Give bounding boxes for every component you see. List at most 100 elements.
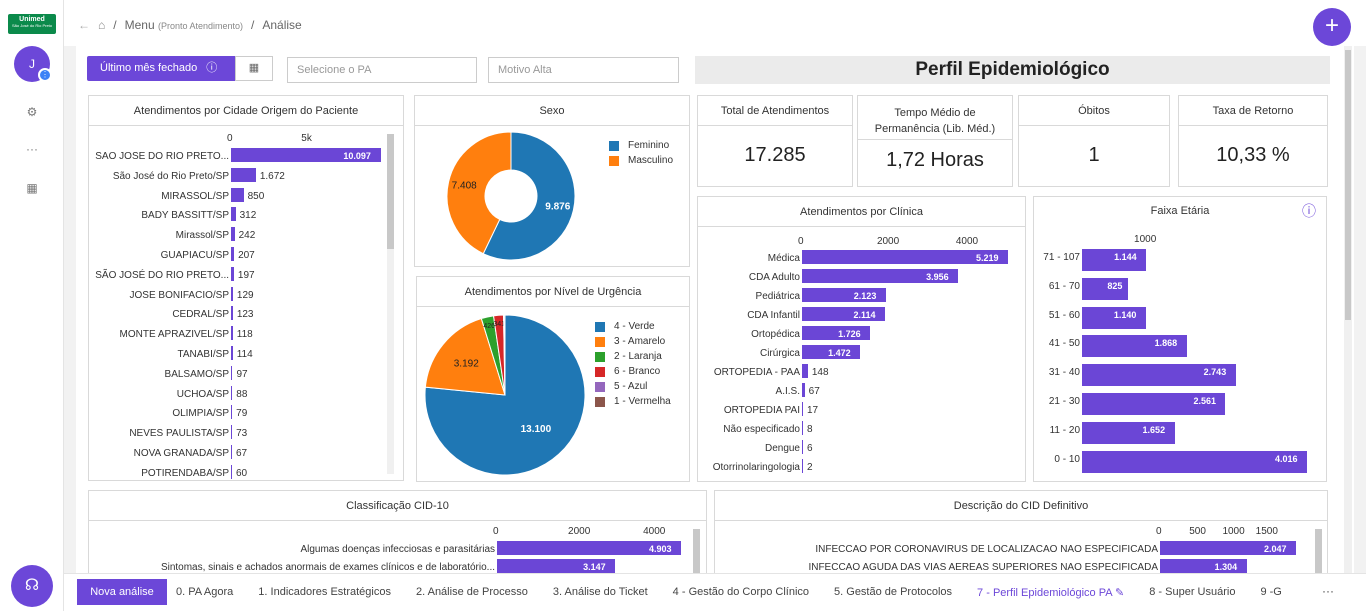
top-bar: ← ⌂ / Menu (Pronto Atendimento) / Anális… bbox=[64, 0, 1366, 46]
more-tabs-icon[interactable]: ··· bbox=[1322, 584, 1334, 598]
bar[interactable] bbox=[231, 207, 236, 222]
bar[interactable] bbox=[231, 425, 233, 440]
sheet-tab[interactable]: 1. Indicadores Estratégicos bbox=[258, 586, 391, 599]
scroll-thumb[interactable] bbox=[693, 529, 700, 573]
bar-value-label: 118 bbox=[236, 329, 253, 341]
bar-value-label: 1.672 bbox=[259, 170, 285, 182]
info-icon[interactable]: ⓘ bbox=[1302, 197, 1316, 225]
bar-value-label: 1.144 bbox=[1114, 252, 1137, 262]
card-clinica: Atendimentos por Clínica 0 2000 4000 Médica… bbox=[697, 196, 1026, 482]
card-title-text: Faixa Etária bbox=[1150, 205, 1210, 217]
new-analysis-button[interactable]: Nova análise bbox=[77, 579, 167, 605]
legend-item[interactable]: 4 - Verde bbox=[595, 319, 671, 334]
breadcrumb-separator: / bbox=[113, 18, 117, 32]
bar-category-label: CDA Infantil bbox=[747, 310, 800, 321]
sheet-tab[interactable]: 7 - Perfil Epidemiológico PA ✎ bbox=[977, 586, 1124, 599]
bar[interactable] bbox=[231, 346, 233, 360]
unimed-logo[interactable]: Unimed São José do Rio Preto bbox=[8, 14, 56, 34]
scroll-thumb[interactable] bbox=[387, 134, 394, 249]
scrollbar[interactable] bbox=[387, 134, 394, 474]
add-button[interactable]: + bbox=[1313, 8, 1351, 46]
legend-item[interactable]: 3 - Amarelo bbox=[595, 334, 671, 349]
legend-item[interactable]: 1 - Vermelha bbox=[595, 394, 671, 409]
breadcrumb: ← ⌂ / Menu (Pronto Atendimento) / Anális… bbox=[78, 18, 302, 32]
sheet-tab[interactable]: 9 -G bbox=[1260, 586, 1281, 599]
bar[interactable] bbox=[231, 266, 234, 281]
bar[interactable] bbox=[802, 459, 803, 473]
bar[interactable] bbox=[231, 167, 256, 182]
card-faixa: Faixa Etária ⓘ 1000 71 - 107 1.144 61 - 70 82… bbox=[1033, 196, 1327, 482]
bar[interactable] bbox=[231, 187, 244, 202]
bar-value-label: 2.561 bbox=[1193, 396, 1216, 406]
card-title: Classificação CID-10 bbox=[89, 491, 706, 521]
bar-category-label: ORTOPEDIA - PAA bbox=[713, 367, 800, 378]
card-cid-def: Descrição do CID Definitivo 0 500 1000 1500… bbox=[714, 490, 1328, 573]
bar-category-label: Cirúrgica bbox=[759, 348, 800, 359]
bar[interactable] bbox=[802, 383, 805, 397]
pa-select[interactable]: Selecione o PA bbox=[287, 57, 477, 83]
bar-value-label: 312 bbox=[239, 210, 257, 222]
sheet-tab[interactable]: 8 - Super Usuário bbox=[1149, 586, 1235, 599]
support-headset-icon[interactable]: ☊ bbox=[11, 565, 53, 607]
bar[interactable] bbox=[802, 421, 803, 435]
scrollbar[interactable] bbox=[1315, 529, 1322, 573]
bar-category-label: MONTE APRAZIVEL/SP bbox=[119, 329, 229, 341]
axis-tick-label: 0 bbox=[1156, 526, 1162, 537]
legend-item[interactable]: 6 - Branco bbox=[595, 364, 671, 379]
back-arrow-icon[interactable]: ← bbox=[78, 18, 90, 32]
sheet-tab[interactable]: 4 - Gestão do Corpo Clínico bbox=[673, 586, 809, 599]
bar[interactable] bbox=[231, 326, 233, 341]
legend-item[interactable]: 2 - Laranja bbox=[595, 349, 671, 364]
gear-icon[interactable]: ⚙ bbox=[22, 102, 42, 122]
bar-value-label: 3.147 bbox=[583, 562, 606, 572]
scrollbar[interactable] bbox=[693, 529, 700, 573]
bar[interactable] bbox=[231, 306, 233, 321]
page-scrollbar[interactable] bbox=[1344, 46, 1352, 573]
legend-item[interactable]: 5 - Azul bbox=[595, 379, 671, 394]
bar-category-label: NOVA GRANADA/SP bbox=[133, 448, 229, 459]
sheet-tab[interactable]: 2. Análise de Processo bbox=[416, 586, 528, 599]
bar[interactable] bbox=[802, 440, 803, 454]
card-sexo: Sexo 9.876 7.408 Feminino Masculino bbox=[414, 95, 690, 267]
axis-tick-label: 500 bbox=[1189, 526, 1206, 537]
breadcrumb-menu-sub: (Pronto Atendimento) bbox=[157, 21, 244, 31]
bar[interactable] bbox=[231, 227, 235, 242]
bar[interactable] bbox=[802, 402, 803, 416]
calendar-icon[interactable]: ▦ bbox=[235, 56, 273, 81]
period-filter-button[interactable]: Último mês fechado ⓘ bbox=[87, 56, 235, 81]
kpi-title: Taxa de Retorno bbox=[1179, 96, 1327, 126]
breadcrumb-menu[interactable]: Menu (Pronto Atendimento) bbox=[125, 18, 243, 32]
report-icon[interactable]: ▦ bbox=[22, 178, 42, 198]
bar[interactable] bbox=[1082, 450, 1307, 473]
page-scroll-thumb[interactable] bbox=[1345, 50, 1351, 320]
kpi-retorno: Taxa de Retorno 10,33 % bbox=[1178, 95, 1328, 187]
bar[interactable] bbox=[231, 247, 235, 261]
scroll-thumb[interactable] bbox=[1315, 529, 1322, 573]
help-icon[interactable]: ⓘ bbox=[206, 62, 217, 74]
legend-item[interactable]: Feminino bbox=[609, 138, 673, 153]
sheet-tab[interactable]: 0. PA Agora bbox=[176, 586, 233, 599]
bar[interactable] bbox=[231, 405, 233, 420]
bar[interactable] bbox=[231, 286, 233, 301]
legend-swatch bbox=[595, 321, 605, 332]
bar[interactable] bbox=[802, 364, 808, 378]
sheet-tab[interactable]: 3. Análise do Ticket bbox=[553, 586, 648, 599]
home-icon[interactable]: ⌂ bbox=[98, 18, 105, 32]
bar[interactable] bbox=[231, 445, 232, 459]
bar[interactable] bbox=[231, 464, 232, 479]
pie-value-label: 13.100 bbox=[521, 424, 552, 435]
legend-item[interactable]: Masculino bbox=[609, 153, 673, 168]
motivo-alta-input[interactable]: Motivo Alta bbox=[488, 57, 679, 83]
bar[interactable] bbox=[231, 365, 233, 380]
bar-category-label: GUAPIACU/SP bbox=[160, 250, 229, 261]
bar-category-label: Médica bbox=[767, 253, 800, 264]
bar-value-label: 88 bbox=[236, 388, 248, 400]
card-title: Sexo bbox=[415, 96, 689, 126]
more-icon[interactable]: ··· bbox=[22, 139, 42, 159]
bar-category-label: Ortopédica bbox=[751, 329, 800, 340]
user-menu-icon[interactable]: ⋮ bbox=[38, 68, 52, 82]
bar-value-label: 123 bbox=[236, 309, 254, 321]
bar[interactable] bbox=[231, 385, 233, 400]
bar-value-label: 97 bbox=[236, 368, 248, 380]
sheet-tab[interactable]: 5. Gestão de Protocolos bbox=[834, 586, 952, 599]
